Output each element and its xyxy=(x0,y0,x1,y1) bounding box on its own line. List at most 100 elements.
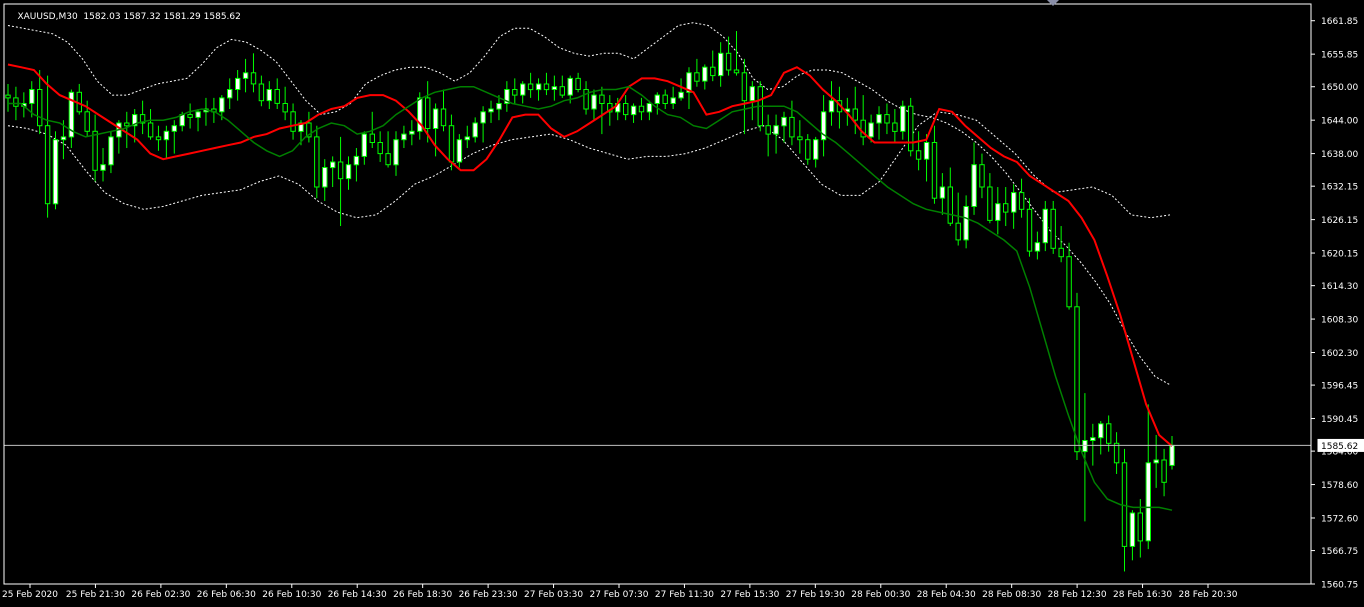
candle-body xyxy=(599,94,605,104)
candle-body xyxy=(52,139,59,205)
candle-body xyxy=(1169,444,1175,466)
chart-window[interactable]: 1661.85 1655.85 1650.00 1644.00 1638.00 1632.… xyxy=(0,0,1364,603)
y-tick-label: 1661.85 xyxy=(1321,17,1358,27)
y-tick-label: 1632.15 xyxy=(1321,183,1358,193)
candle-body xyxy=(718,52,724,77)
x-tick-label: 26 Feb 14:30 xyxy=(328,590,387,600)
candle-body xyxy=(1145,462,1151,542)
candle-body xyxy=(1003,203,1009,213)
candle-body xyxy=(330,161,336,169)
candle-body xyxy=(29,89,35,104)
candle-body xyxy=(1026,208,1033,252)
candle-body xyxy=(749,86,755,102)
candle-body xyxy=(250,72,257,85)
candle-body xyxy=(575,77,581,91)
candle-body xyxy=(979,164,985,188)
candle-body xyxy=(100,164,106,171)
y-tick-label: 1566.75 xyxy=(1321,547,1358,557)
candle-body xyxy=(892,122,898,132)
candle-body xyxy=(512,89,518,96)
candle-body xyxy=(179,114,185,127)
candle-body xyxy=(195,111,201,118)
candle-body xyxy=(971,164,977,207)
candle-body xyxy=(448,125,455,163)
candle-body xyxy=(385,153,391,166)
candle-body xyxy=(488,108,494,113)
candle-body xyxy=(456,139,463,163)
candle-body xyxy=(733,69,740,74)
candle-body xyxy=(84,111,90,132)
x-tick-label: 26 Feb 06:30 xyxy=(197,590,256,600)
candle-body xyxy=(868,122,874,138)
candle-body xyxy=(947,186,953,224)
candle-body xyxy=(1161,459,1167,483)
candle xyxy=(1050,200,1056,254)
candle-body xyxy=(274,89,280,104)
candle-body xyxy=(353,155,360,166)
candle-body xyxy=(155,136,162,141)
x-tick-label: 28 Feb 04:30 xyxy=(917,590,976,600)
candle-body xyxy=(908,105,914,152)
candle-body xyxy=(337,161,344,180)
candle-body xyxy=(623,103,629,116)
candle-body xyxy=(813,139,819,160)
candle-body xyxy=(1129,512,1136,547)
candle-body xyxy=(314,136,320,188)
y-tick-label: 1590.45 xyxy=(1321,415,1358,425)
x-tick-label: 28 Feb 16:30 xyxy=(1113,590,1172,600)
x-tick-label: 25 Feb 21:30 xyxy=(66,590,125,600)
candle-body xyxy=(995,203,1001,221)
candle-body xyxy=(393,139,399,166)
candle-body xyxy=(1042,208,1048,244)
y-tick-label: 1620.15 xyxy=(1321,250,1358,260)
x-tick-label: 25 Feb 2020 xyxy=(2,590,58,600)
candle-body xyxy=(694,72,700,82)
candle-body xyxy=(797,136,803,141)
candle-body xyxy=(741,72,748,102)
candle-body xyxy=(60,136,67,141)
x-tick-label: 28 Feb 12:30 xyxy=(1048,590,1107,600)
candle-body xyxy=(1153,459,1159,464)
x-tick-label: 27 Feb 19:30 xyxy=(786,590,845,600)
candle-body xyxy=(1011,192,1017,213)
candle-body xyxy=(1113,442,1120,464)
candle-body xyxy=(282,103,288,113)
candle-body xyxy=(781,116,787,127)
candle-body xyxy=(702,66,708,82)
candle-body xyxy=(583,89,589,110)
shift-marker-icon[interactable] xyxy=(1047,0,1059,6)
candle-body xyxy=(345,164,352,180)
candle xyxy=(908,97,914,157)
candle-body xyxy=(147,122,154,138)
candle-body xyxy=(361,133,368,157)
candle-body xyxy=(124,122,130,127)
candle-body xyxy=(725,52,732,71)
price-chart[interactable]: 1661.85 1655.85 1650.00 1644.00 1638.00 1632.… xyxy=(0,0,1364,603)
candle-body xyxy=(219,97,225,113)
x-tick-label: 28 Feb 08:30 xyxy=(982,590,1041,600)
x-tick-label: 27 Feb 15:30 xyxy=(720,590,779,600)
candle-body xyxy=(266,89,273,102)
y-tick-label: 1608.30 xyxy=(1321,316,1358,326)
y-tick-label: 1650.00 xyxy=(1321,83,1358,93)
candle-body xyxy=(884,114,890,124)
candle-body xyxy=(638,105,645,113)
y-tick-label: 1644.00 xyxy=(1321,117,1358,127)
candle-body xyxy=(409,130,415,135)
candle-body xyxy=(923,142,930,160)
candle-body xyxy=(464,136,471,141)
candle xyxy=(314,125,320,199)
candle-body xyxy=(520,83,526,96)
candle-body xyxy=(939,186,946,199)
y-tick-label: 1626.15 xyxy=(1321,216,1358,226)
y-tick-label: 1602.30 xyxy=(1321,349,1358,359)
candle xyxy=(52,131,59,210)
candle-body xyxy=(1074,306,1080,453)
candle-body xyxy=(171,125,178,132)
candle-body xyxy=(805,139,811,160)
candle-body xyxy=(567,77,573,96)
y-tick-label: 1572.60 xyxy=(1321,514,1358,524)
candle-body xyxy=(551,86,558,90)
candle-body xyxy=(662,94,668,104)
current-price-tag: 1585.62 xyxy=(1317,438,1364,452)
